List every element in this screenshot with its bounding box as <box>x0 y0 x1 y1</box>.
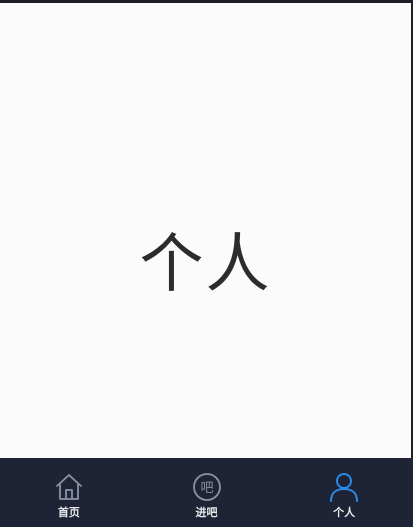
chat-bubble-glyph: 吧 <box>200 481 213 496</box>
page-title: 个人 <box>139 228 272 302</box>
chat-bubble-icon: 吧 <box>192 473 221 501</box>
tab-profile[interactable]: 个人 <box>275 458 413 527</box>
home-icon <box>55 474 82 500</box>
tab-profile-label: 个人 <box>333 506 356 519</box>
bottom-tab-bar: 首页 吧 进吧 个人 <box>0 458 413 527</box>
person-icon <box>330 473 359 502</box>
tab-jinba[interactable]: 吧 进吧 <box>138 458 276 527</box>
tab-home-label: 首页 <box>57 506 80 519</box>
tab-home[interactable]: 首页 <box>0 458 138 527</box>
tab-jinba-label: 进吧 <box>195 506 218 519</box>
main-content: 个人 <box>0 3 411 458</box>
